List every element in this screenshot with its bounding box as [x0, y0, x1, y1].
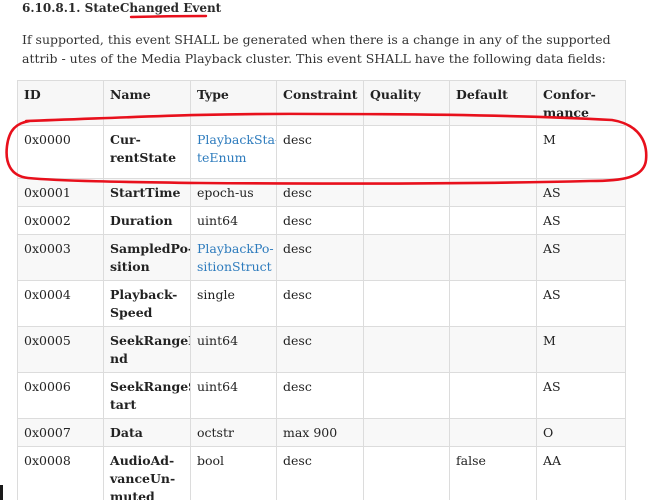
cell-constraint: desc: [276, 125, 364, 179]
cell-quality: [363, 234, 450, 281]
cell-type: bool: [190, 446, 277, 500]
cell-default: [449, 418, 537, 447]
table-row: 0x0002 Duration uint64 desc AS: [17, 206, 626, 235]
table-header-row: ID Name Type Constraint Quality Default …: [17, 80, 626, 126]
table-row: 0x0003 SampledPo-sition PlaybackPo-sitio…: [17, 234, 626, 281]
cell-name: Cur-rentState: [103, 125, 191, 179]
cell-constraint: desc: [276, 234, 364, 281]
cell-name: SeekRangeE-nd: [103, 326, 191, 373]
cell-conformance: M: [536, 125, 626, 179]
cell-quality: [363, 418, 450, 447]
cell-quality: [363, 280, 450, 327]
section-heading: 6.10.8.1. StateChanged Event: [22, 0, 221, 20]
cell-name: SampledPo-sition: [103, 234, 191, 281]
cell-quality: [363, 326, 450, 373]
cell-id: 0x0005: [17, 326, 104, 373]
cell-conformance: AS: [536, 178, 626, 207]
cell-conformance: AA: [536, 446, 626, 500]
section-number: 6.10.8.1.: [22, 1, 81, 15]
table-row: 0x0006 SeekRangeS-tart uint64 desc AS: [17, 372, 626, 419]
cell-id: 0x0006: [17, 372, 104, 419]
cell-constraint: desc: [276, 280, 364, 327]
cell-default: [449, 206, 537, 235]
cell-constraint: desc: [276, 326, 364, 373]
cell-default: [449, 280, 537, 327]
table-row: 0x0005 SeekRangeE-nd uint64 desc M: [17, 326, 626, 373]
section-title-emphasis: Event: [183, 1, 222, 15]
header-quality: Quality: [363, 80, 450, 126]
cell-conformance: M: [536, 326, 626, 373]
header-constraint: Constraint: [276, 80, 364, 126]
intro-paragraph: If supported, this event SHALL be genera…: [22, 32, 611, 66]
cell-constraint: desc: [276, 372, 364, 419]
cell-name: AudioAd-vanceUn-muted: [103, 446, 191, 500]
cell-conformance: AS: [536, 372, 626, 419]
cell-constraint: desc: [276, 446, 364, 500]
cell-id: 0x0004: [17, 280, 104, 327]
section-title: StateChanged: [84, 1, 180, 15]
cell-type: uint64: [190, 326, 277, 373]
cell-default: [449, 178, 537, 207]
table-row: 0x0004 Playback-Speed single desc AS: [17, 280, 626, 327]
table-row: 0x0000 Cur-rentState PlaybackSta-teEnum …: [17, 125, 626, 179]
header-conformance: Confor-mance: [536, 80, 626, 126]
cell-quality: [363, 446, 450, 500]
cell-type: uint64: [190, 206, 277, 235]
cell-type: uint64: [190, 372, 277, 419]
cell-id: 0x0001: [17, 178, 104, 207]
cell-default: [449, 234, 537, 281]
cell-constraint: max 900: [276, 418, 364, 447]
header-id: ID: [17, 80, 104, 126]
cell-quality: [363, 206, 450, 235]
cell-default: [449, 326, 537, 373]
cell-name: SeekRangeS-tart: [103, 372, 191, 419]
cell-default: [449, 125, 537, 179]
cell-id: 0x0002: [17, 206, 104, 235]
cell-id: 0x0003: [17, 234, 104, 281]
cell-quality: [363, 125, 450, 179]
cell-type: epoch-us: [190, 178, 277, 207]
left-edge-marker: [0, 485, 3, 500]
type-link[interactable]: PlaybackPo-sitionStruct: [190, 234, 277, 281]
header-default: Default: [449, 80, 537, 126]
cell-type: octstr: [190, 418, 277, 447]
cell-conformance: AS: [536, 234, 626, 281]
table-row: 0x0007 Data octstr max 900 O: [17, 418, 626, 447]
table-row: 0x0001 StartTime epoch-us desc AS: [17, 178, 626, 207]
cell-conformance: O: [536, 418, 626, 447]
cell-id: 0x0000: [17, 125, 104, 179]
cell-constraint: desc: [276, 206, 364, 235]
table-row: 0x0008 AudioAd-vanceUn-muted bool desc f…: [17, 446, 626, 500]
header-type: Type: [190, 80, 277, 126]
cell-name: Playback-Speed: [103, 280, 191, 327]
header-name: Name: [103, 80, 191, 126]
cell-type: single: [190, 280, 277, 327]
cell-name: Data: [103, 418, 191, 447]
cell-id: 0x0007: [17, 418, 104, 447]
type-link[interactable]: PlaybackSta-teEnum: [190, 125, 277, 179]
cell-conformance: AS: [536, 206, 626, 235]
cell-default: [449, 372, 537, 419]
cell-conformance: AS: [536, 280, 626, 327]
cell-name: StartTime: [103, 178, 191, 207]
cell-id: 0x0008: [17, 446, 104, 500]
cell-quality: [363, 178, 450, 207]
cell-name: Duration: [103, 206, 191, 235]
event-data-fields-table: ID Name Type Constraint Quality Default …: [17, 80, 626, 500]
cell-constraint: desc: [276, 178, 364, 207]
cell-quality: [363, 372, 450, 419]
cell-default: false: [449, 446, 537, 500]
